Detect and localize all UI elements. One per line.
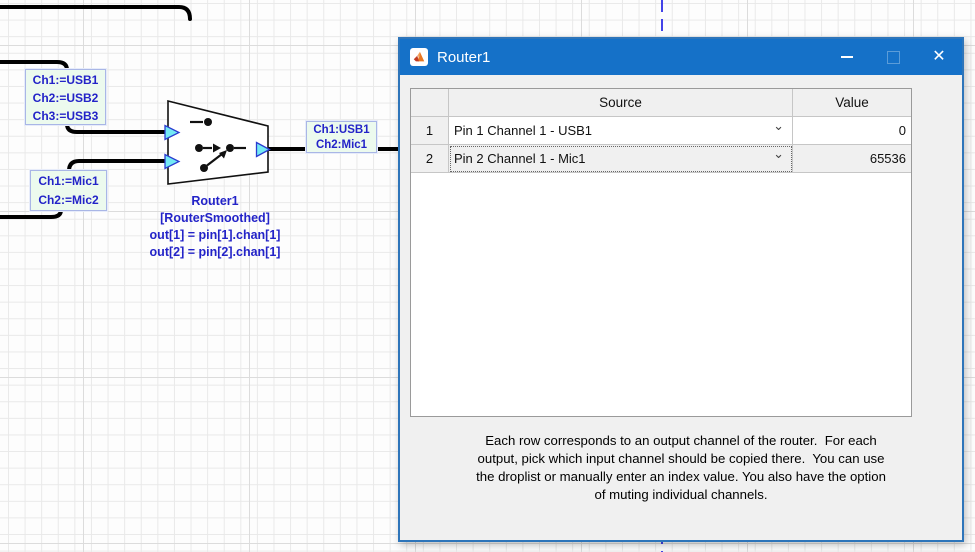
wire-mic-in bbox=[0, 210, 61, 217]
label-line: Ch1:=USB1 bbox=[26, 71, 105, 89]
label-line: Ch2:=USB2 bbox=[26, 89, 105, 107]
help-text: Each row corresponds to an output channe… bbox=[400, 432, 962, 504]
source-value: Pin 2 Channel 1 - Mic1 bbox=[454, 151, 586, 166]
block-equation-2: out[2] = pin[2].chan[1] bbox=[110, 244, 320, 261]
routing-table: Source Value 1 Pin 1 Channel 1 - USB1 ⌄ … bbox=[410, 88, 912, 417]
dialog-body: Source Value 1 Pin 1 Channel 1 - USB1 ⌄ … bbox=[400, 75, 962, 540]
block-class: [RouterSmoothed] bbox=[110, 210, 320, 227]
label-line: Ch2:Mic1 bbox=[307, 138, 376, 153]
matlab-logo-icon bbox=[412, 50, 426, 64]
header-value: Value bbox=[793, 89, 911, 117]
help-line: of muting individual channels. bbox=[400, 486, 962, 504]
label-line: Ch3:=USB3 bbox=[26, 107, 105, 125]
dialog-titlebar[interactable]: Router1 ✕ bbox=[400, 39, 962, 75]
label-line: Ch2:=Mic2 bbox=[31, 191, 106, 210]
close-button[interactable]: ✕ bbox=[916, 39, 962, 75]
help-line: output, pick which input channel should … bbox=[400, 450, 962, 468]
minimize-button[interactable] bbox=[824, 39, 870, 75]
chevron-down-icon[interactable]: ⌄ bbox=[773, 146, 784, 162]
value-cell[interactable]: 0 bbox=[793, 117, 911, 145]
schematic-canvas: Ch1:=USB1 Ch2:=USB2 Ch3:=USB3 Ch1:=Mic1 … bbox=[0, 0, 975, 552]
block-equation-1: out[1] = pin[1].chan[1] bbox=[110, 227, 320, 244]
minimize-icon bbox=[841, 56, 853, 58]
maximize-button[interactable] bbox=[870, 39, 916, 75]
help-line: Each row corresponds to an output channe… bbox=[400, 432, 962, 450]
channel-label-usb[interactable]: Ch1:=USB1 Ch2:=USB2 Ch3:=USB3 bbox=[25, 69, 106, 125]
value-cell[interactable]: 65536 bbox=[793, 145, 911, 173]
matlab-app-icon bbox=[410, 48, 428, 66]
router1-dialog: Router1 ✕ Source Value 1 bbox=[398, 37, 964, 542]
wire-usb-to-pin1 bbox=[67, 124, 168, 132]
source-dropdown-cell[interactable]: Pin 2 Channel 1 - Mic1 ⌄ bbox=[449, 145, 793, 173]
wire-top bbox=[0, 7, 190, 19]
source-dropdown-cell[interactable]: Pin 1 Channel 1 - USB1 ⌄ bbox=[449, 117, 793, 145]
maximize-icon bbox=[887, 51, 900, 64]
row-number-cell[interactable]: 2 bbox=[411, 145, 449, 173]
close-icon: ✕ bbox=[932, 49, 945, 65]
label-line: Ch1:=Mic1 bbox=[31, 172, 106, 191]
dialog-title: Router1 bbox=[437, 49, 824, 66]
channel-label-output[interactable]: Ch1:USB1 Ch2:Mic1 bbox=[306, 121, 377, 153]
block-caption: Router1 [RouterSmoothed] out[1] = pin[1]… bbox=[110, 193, 320, 261]
row-number-cell[interactable]: 1 bbox=[411, 117, 449, 145]
channel-label-mic[interactable]: Ch1:=Mic1 Ch2:=Mic2 bbox=[30, 170, 107, 211]
table-row: 1 Pin 1 Channel 1 - USB1 ⌄ 0 bbox=[411, 117, 911, 145]
table-row: 2 Pin 2 Channel 1 - Mic1 ⌄ 65536 bbox=[411, 145, 911, 173]
chevron-down-icon[interactable]: ⌄ bbox=[773, 118, 784, 134]
label-line: Ch1:USB1 bbox=[307, 123, 376, 138]
header-row-number bbox=[411, 89, 449, 117]
router-block[interactable] bbox=[168, 101, 268, 184]
table-header-row: Source Value bbox=[411, 89, 911, 117]
header-source: Source bbox=[449, 89, 793, 117]
help-line: the droplist or manually enter an index … bbox=[400, 468, 962, 486]
source-value: Pin 1 Channel 1 - USB1 bbox=[454, 123, 592, 138]
block-name: Router1 bbox=[110, 193, 320, 210]
